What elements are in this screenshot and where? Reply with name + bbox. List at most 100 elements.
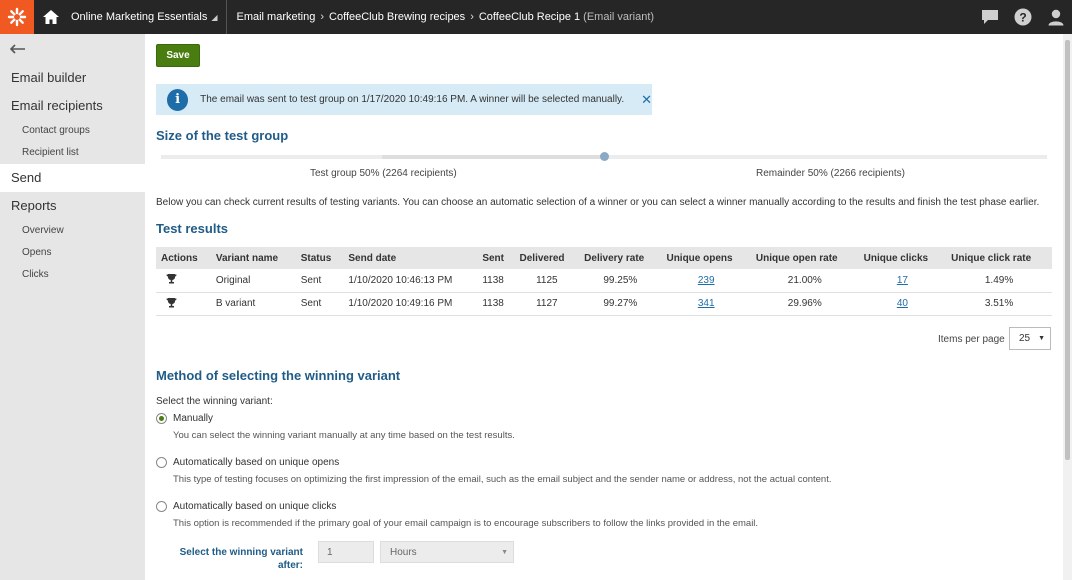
table-header-row: Actions Variant name Status Send date Se… <box>156 247 1052 269</box>
test-results-heading: Test results <box>156 221 229 236</box>
caret-down-icon: ◢ <box>211 12 218 22</box>
sidebar-item-contact-groups[interactable]: Contact groups <box>0 120 145 142</box>
application-name: Online Marketing Essentials <box>71 11 208 23</box>
send-date-cell: 1/10/2020 10:49:16 PM <box>343 292 478 316</box>
radio-description-unique-clicks: This option is recommended if the primar… <box>173 518 759 529</box>
winning-method-heading: Method of selecting the winning variant <box>156 368 401 383</box>
sidebar-item-reports[interactable]: Reports <box>0 192 145 220</box>
unique-clicks-link[interactable]: 17 <box>897 275 908 286</box>
sidebar-item-email-builder[interactable]: Email builder <box>0 64 145 92</box>
app-logo-icon[interactable] <box>0 0 34 34</box>
slider-range <box>382 155 602 159</box>
unique-click-rate-cell: 1.49% <box>946 269 1052 293</box>
top-bar: Online Marketing Essentials ◢ Email mark… <box>0 0 1072 34</box>
unique-opens-link[interactable]: 239 <box>698 275 715 286</box>
status-cell: Sent <box>295 292 344 316</box>
column-header: Unique click rate <box>946 247 1052 269</box>
trophy-icon[interactable] <box>156 292 211 316</box>
sidebar-item-opens[interactable]: Opens <box>0 242 145 264</box>
info-icon: i <box>167 88 189 111</box>
column-header: Delivered <box>514 247 580 269</box>
breadcrumb-brewing-recipes[interactable]: CoffeeClub Brewing recipes <box>329 11 465 23</box>
main-content: Save i The email was sent to test group … <box>145 34 1063 580</box>
sidebar-item-email-recipients[interactable]: Email recipients <box>0 92 145 120</box>
radio-description-unique-opens: This type of testing focuses on optimizi… <box>173 474 832 485</box>
results-description: Below you can check current results of t… <box>156 197 1040 208</box>
chevron-right-icon: › <box>470 11 474 23</box>
column-header: Send date <box>343 247 478 269</box>
unique-clicks-cell: 40 <box>858 292 947 316</box>
table-row: B variant Sent 1/10/2020 10:49:16 PM 113… <box>156 292 1052 316</box>
radio-manually[interactable] <box>156 413 167 424</box>
unique-open-rate-cell: 21.00% <box>750 269 859 293</box>
status-cell: Sent <box>295 269 344 293</box>
unique-opens-cell: 239 <box>661 269 751 293</box>
items-per-page-select[interactable]: 25 ▼ <box>1009 327 1051 350</box>
column-header: Sent <box>477 247 515 269</box>
breadcrumb-suffix: (Email variant) <box>583 11 655 23</box>
chat-icon[interactable] <box>973 0 1006 34</box>
sidebar: Email builder Email recipients Contact g… <box>0 34 145 580</box>
user-icon[interactable] <box>1039 0 1072 34</box>
items-per-page-value: 25 <box>1019 333 1031 344</box>
variant-name: Original <box>210 269 296 293</box>
page-scrollbar[interactable] <box>1063 34 1072 580</box>
column-header: Delivery rate <box>579 247 662 269</box>
winning-after-unit-value: Hours <box>390 546 417 558</box>
winning-variant-after-label: Select the winning variant after: <box>179 547 303 571</box>
slider-handle[interactable] <box>600 152 609 161</box>
radio-unique-opens[interactable] <box>156 457 167 468</box>
application-switcher[interactable]: Online Marketing Essentials ◢ <box>71 0 227 34</box>
caret-down-icon: ▼ <box>1038 335 1045 342</box>
close-icon[interactable]: ✕ <box>641 92 652 108</box>
sidebar-item-clicks[interactable]: Clicks <box>0 264 145 286</box>
unique-clicks-link[interactable]: 40 <box>897 298 908 309</box>
column-header: Actions <box>156 247 211 269</box>
delivery-rate-cell: 99.25% <box>579 269 662 293</box>
remainder-label: Remainder 50% (2266 recipients) <box>756 168 905 179</box>
delivered-cell: 1127 <box>514 292 580 316</box>
back-arrow-icon[interactable] <box>0 34 145 64</box>
variant-name: B variant <box>210 292 296 316</box>
scrollbar-thumb[interactable] <box>1065 40 1070 460</box>
items-per-page-label: Items per page <box>938 334 1005 345</box>
radio-label-unique-opens[interactable]: Automatically based on unique opens <box>173 457 339 468</box>
winning-after-value-input[interactable]: 1 <box>318 541 374 563</box>
sidebar-item-recipient-list[interactable]: Recipient list <box>0 142 145 164</box>
save-button[interactable]: Save <box>156 44 200 67</box>
radio-label-unique-clicks[interactable]: Automatically based on unique clicks <box>173 501 336 512</box>
unique-click-rate-cell: 3.51% <box>946 292 1052 316</box>
radio-label-manually[interactable]: Manually <box>173 413 213 424</box>
table-row: Original Sent 1/10/2020 10:46:13 PM 1138… <box>156 269 1052 293</box>
breadcrumb-current: CoffeeClub Recipe 1 <box>478 11 581 23</box>
test-group-slider[interactable] <box>161 152 1047 161</box>
info-message-text: The email was sent to test group on 1/17… <box>200 94 625 105</box>
trophy-icon[interactable] <box>156 269 211 293</box>
breadcrumb-email-marketing[interactable]: Email marketing <box>237 11 316 23</box>
column-header: Unique opens <box>661 247 751 269</box>
sent-cell: 1138 <box>477 269 515 293</box>
radio-description-manually: You can select the winning variant manua… <box>173 430 515 441</box>
home-icon[interactable] <box>36 0 66 34</box>
caret-down-icon: ▼ <box>501 549 508 556</box>
sidebar-item-overview[interactable]: Overview <box>0 220 145 242</box>
unique-opens-cell: 341 <box>661 292 751 316</box>
test-group-label: Test group 50% (2264 recipients) <box>310 168 457 179</box>
delivered-cell: 1125 <box>514 269 580 293</box>
column-header: Unique clicks <box>858 247 947 269</box>
unique-clicks-cell: 17 <box>858 269 947 293</box>
delivery-rate-cell: 99.27% <box>579 292 662 316</box>
sidebar-item-send[interactable]: Send <box>0 164 145 192</box>
send-date-cell: 1/10/2020 10:46:13 PM <box>343 269 478 293</box>
unique-open-rate-cell: 29.96% <box>750 292 859 316</box>
svg-text:?: ? <box>1019 11 1026 25</box>
select-winning-variant-label: Select the winning variant: <box>156 396 273 407</box>
unique-opens-link[interactable]: 341 <box>698 298 715 309</box>
results-table: Actions Variant name Status Send date Se… <box>156 247 1052 316</box>
column-header: Unique open rate <box>750 247 859 269</box>
help-icon[interactable]: ? <box>1006 0 1039 34</box>
winning-after-unit-select[interactable]: Hours ▼ <box>380 541 514 563</box>
sent-cell: 1138 <box>477 292 515 316</box>
info-message: i The email was sent to test group on 1/… <box>156 84 652 115</box>
radio-unique-clicks[interactable] <box>156 501 167 512</box>
